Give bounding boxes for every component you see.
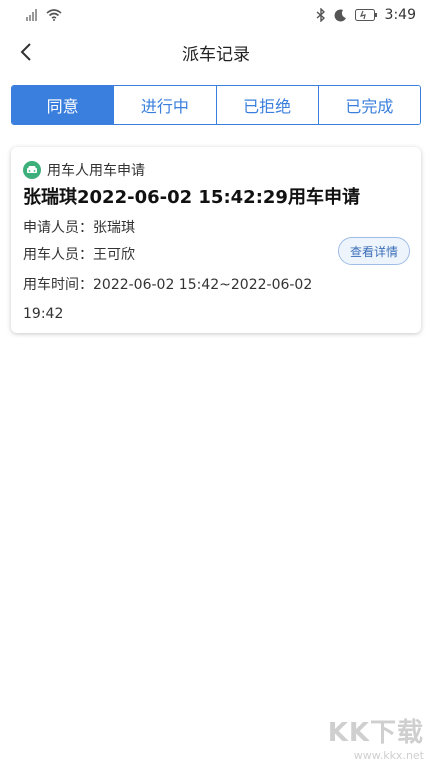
request-type-label: 用车人用车申请 xyxy=(47,163,145,179)
view-details-button[interactable]: 查看详情 xyxy=(338,237,410,265)
request-type: 用车人用车申请 xyxy=(23,160,145,180)
watermark: KK下载 www.kkx.net xyxy=(328,712,424,762)
usage-time-row: 用车时间：2022-06-02 15:42~2022-06-02 19:42 xyxy=(23,271,323,329)
car-user-row: 用车人员：王可欣 xyxy=(23,244,135,264)
watermark-logo: KK下载 xyxy=(327,718,424,748)
tab-agreed[interactable]: 同意 xyxy=(12,86,114,124)
applicant-value: 张瑞琪 xyxy=(93,220,135,236)
tab-completed[interactable]: 已完成 xyxy=(317,86,420,124)
signal-icon xyxy=(26,9,37,21)
record-title: 张瑞琪2022-06-02 15:42:29用车申请 xyxy=(23,187,360,208)
status-time: 3:49 xyxy=(384,7,416,23)
nav-header: 派车记录 xyxy=(0,30,432,74)
car-user-value: 王可欣 xyxy=(93,247,135,263)
status-left xyxy=(26,9,62,21)
car-icon xyxy=(23,161,41,179)
status-right: 3:49 xyxy=(316,7,416,23)
page-title: 派车记录 xyxy=(182,44,250,65)
moon-icon xyxy=(334,8,346,21)
wifi-icon xyxy=(46,9,62,21)
status-bar: 3:49 xyxy=(0,0,432,30)
usage-time-label: 用车时间： xyxy=(23,277,93,293)
car-user-label: 用车人员： xyxy=(23,247,93,263)
watermark-url: www.kkx.net xyxy=(353,749,424,762)
bluetooth-icon xyxy=(316,8,325,22)
chevron-left-icon xyxy=(20,43,31,61)
tab-in-progress[interactable]: 进行中 xyxy=(113,86,216,124)
tab-rejected[interactable]: 已拒绝 xyxy=(215,86,318,124)
status-tabs: 同意 进行中 已拒绝 已完成 xyxy=(11,85,421,125)
back-button[interactable] xyxy=(10,36,42,68)
applicant-row: 申请人员：张瑞琪 xyxy=(23,217,135,237)
dispatch-record-card[interactable]: 用车人用车申请 张瑞琪2022-06-02 15:42:29用车申请 申请人员：… xyxy=(11,147,421,333)
battery-icon xyxy=(354,9,377,21)
applicant-label: 申请人员： xyxy=(23,220,93,236)
